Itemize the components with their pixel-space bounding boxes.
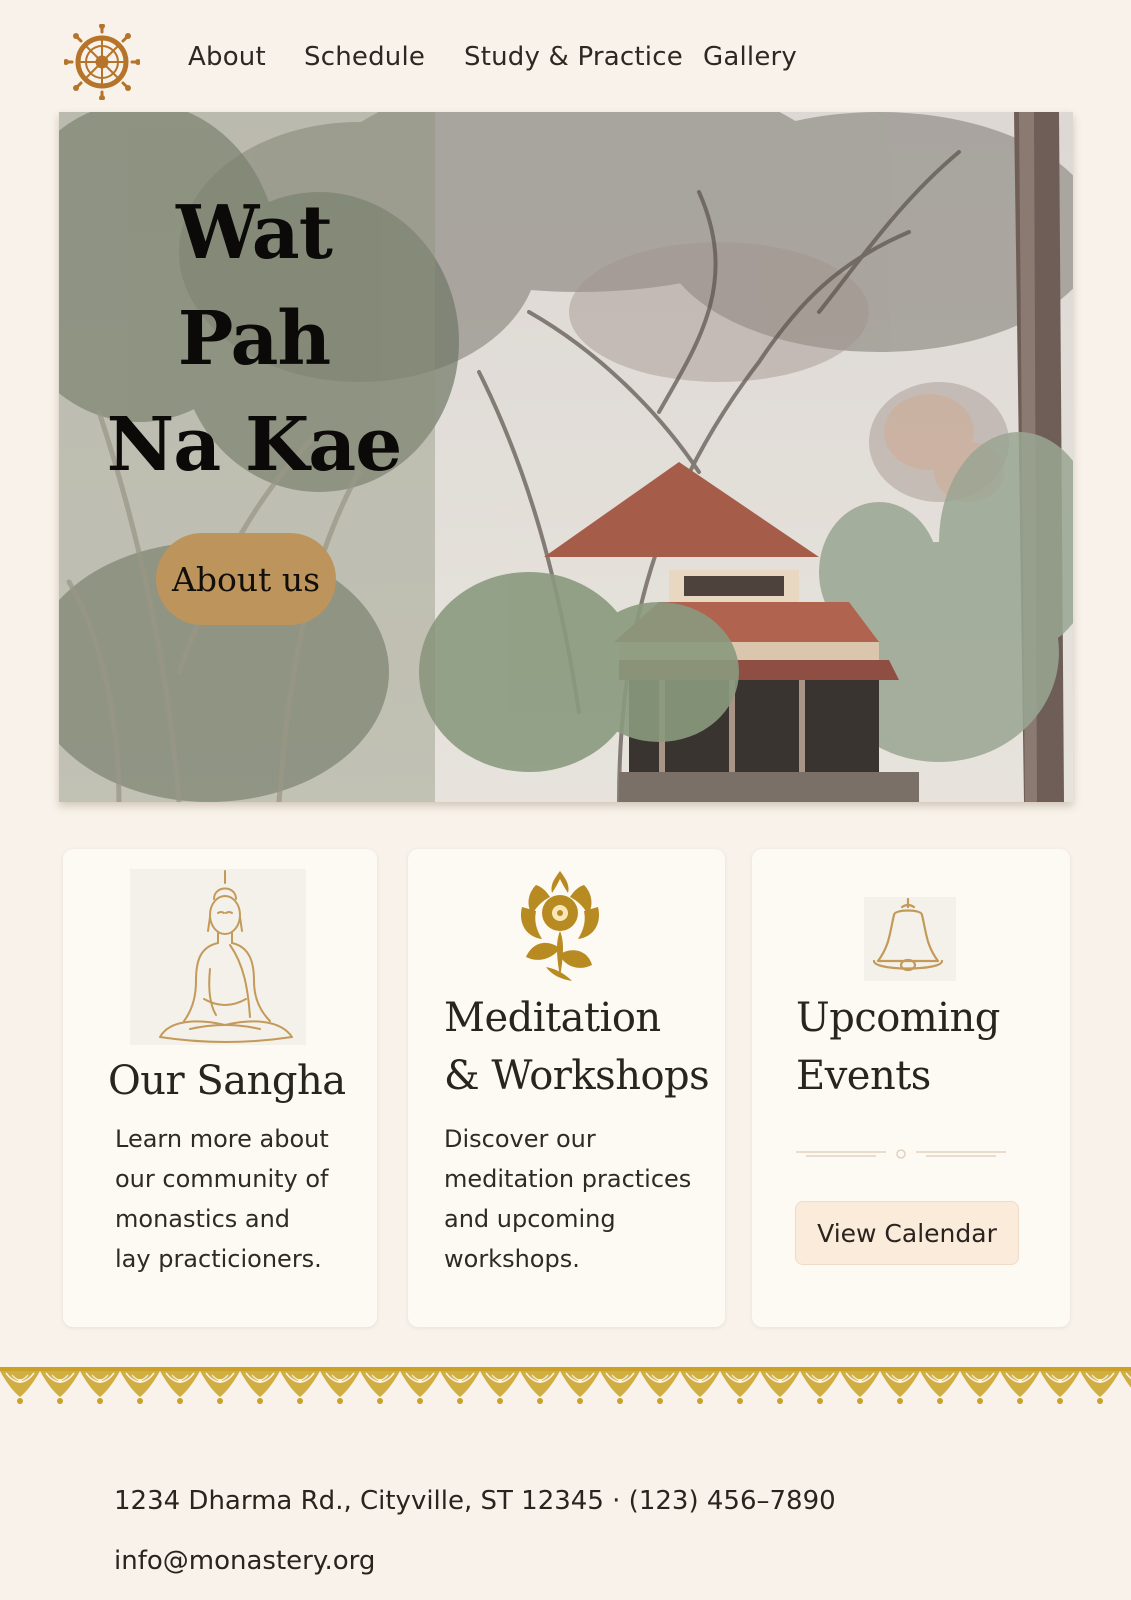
card-text-our-sangha: Learn more about our community of monast… bbox=[115, 1125, 329, 1273]
card-title-meditation-workshops: Meditation & Workshops bbox=[444, 989, 710, 1105]
nav-link-study-practice[interactable]: Study & Practice bbox=[464, 42, 683, 72]
hero-banner: Wat Pah Na Kae About us bbox=[59, 112, 1073, 802]
card-upcoming-events[interactable]: Upcoming Events View Calendar bbox=[752, 849, 1070, 1327]
card-text-meditation-workshops: Discover our meditation practices and up… bbox=[444, 1125, 692, 1273]
hero-title: Wat Pah Na Kae bbox=[89, 180, 419, 498]
card-title-meditation-line2: & Workshops bbox=[444, 1053, 710, 1099]
bell-icon bbox=[864, 897, 956, 981]
hero-title-line1: Wat Pah bbox=[176, 190, 333, 382]
dharma-wheel-icon[interactable] bbox=[64, 24, 140, 100]
card-title-meditation-line1: Meditation bbox=[444, 995, 661, 1041]
nav-link-gallery[interactable]: Gallery bbox=[703, 42, 797, 72]
nav-link-schedule[interactable]: Schedule bbox=[304, 42, 425, 72]
card-meditation-workshops[interactable]: Meditation & Workshops Discover our medi… bbox=[408, 849, 725, 1327]
decorative-border bbox=[0, 1367, 1131, 1407]
about-us-button[interactable]: About us bbox=[156, 533, 336, 625]
card-our-sangha[interactable]: Our Sangha Learn more about our communit… bbox=[63, 849, 377, 1327]
footer-email-link[interactable]: info@monastery.org bbox=[114, 1546, 375, 1576]
top-navigation: About Schedule Study & Practice Gallery bbox=[0, 0, 1131, 110]
card-title-our-sangha: Our Sangha bbox=[108, 1058, 346, 1104]
hero-title-line2: Na Kae bbox=[106, 402, 403, 488]
card-title-upcoming-line1: Upcoming bbox=[796, 995, 1000, 1041]
footer-address: 1234 Dharma Rd., Cityville, ST 12345 · (… bbox=[114, 1486, 836, 1516]
card-title-upcoming-events: Upcoming Events bbox=[796, 989, 1000, 1105]
lotus-flower-icon bbox=[520, 871, 600, 981]
buddha-icon bbox=[130, 869, 306, 1045]
card-title-upcoming-line2: Events bbox=[796, 1053, 931, 1099]
ornamental-divider bbox=[796, 1149, 1006, 1159]
view-calendar-button[interactable]: View Calendar bbox=[795, 1201, 1019, 1265]
nav-link-about[interactable]: About bbox=[188, 42, 266, 72]
